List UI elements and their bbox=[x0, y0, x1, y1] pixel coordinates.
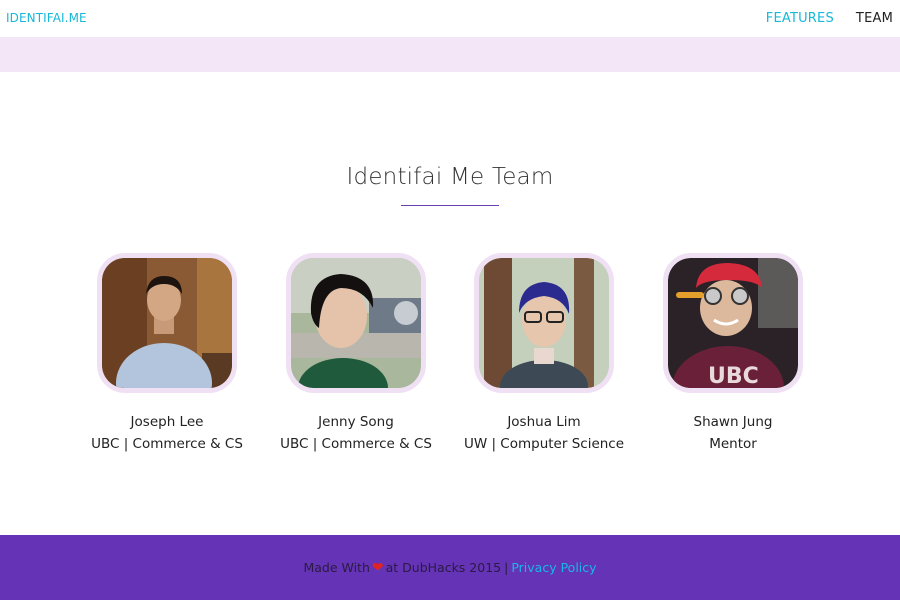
team-member-card: Jenny Song UBC | Commerce & CS bbox=[261, 253, 451, 455]
member-photo-image bbox=[291, 258, 421, 388]
privacy-policy-link[interactable]: Privacy Policy bbox=[511, 560, 596, 575]
svg-text:UBC: UBC bbox=[708, 364, 759, 388]
main-nav: FEATURES TEAM bbox=[766, 0, 900, 37]
team-section-title: Identifai Me Team bbox=[346, 164, 554, 190]
member-role: Mentor bbox=[709, 436, 757, 452]
member-photo-image bbox=[102, 258, 232, 388]
member-name: Joshua Lim bbox=[507, 414, 581, 430]
member-name: Shawn Jung bbox=[693, 414, 773, 430]
member-photo-image bbox=[479, 258, 609, 388]
member-name: Joseph Lee bbox=[130, 414, 204, 430]
member-role: UBC | Commerce & CS bbox=[280, 436, 432, 452]
footer-made-with-text: Made With bbox=[303, 560, 370, 575]
member-photo bbox=[97, 253, 237, 393]
title-divider bbox=[401, 205, 499, 206]
member-photo bbox=[474, 253, 614, 393]
brand-logo-link[interactable]: IDENTIFAI.ME bbox=[6, 11, 87, 25]
team-member-card: Joseph Lee UBC | Commerce & CS bbox=[72, 253, 262, 455]
team-member-card: UBC Shawn Jung Mentor bbox=[638, 253, 828, 455]
member-role: UBC | Commerce & CS bbox=[91, 436, 243, 452]
nav-link-features[interactable]: FEATURES bbox=[766, 11, 834, 26]
footer: Made With ❤ at DubHacks 2015 | Privacy P… bbox=[0, 535, 900, 600]
team-member-card: Joshua Lim UW | Computer Science bbox=[449, 253, 639, 455]
member-photo bbox=[286, 253, 426, 393]
heart-icon: ❤ bbox=[371, 559, 384, 576]
member-photo-image: UBC bbox=[668, 258, 798, 388]
header-band bbox=[0, 37, 900, 72]
footer-separator: | bbox=[504, 560, 509, 575]
member-photo: UBC bbox=[663, 253, 803, 393]
navbar: IDENTIFAI.ME FEATURES TEAM bbox=[0, 0, 900, 37]
member-role: UW | Computer Science bbox=[463, 436, 625, 452]
nav-link-team[interactable]: TEAM bbox=[856, 11, 893, 26]
footer-event-text: at DubHacks 2015 bbox=[385, 560, 502, 575]
member-name: Jenny Song bbox=[318, 414, 394, 430]
